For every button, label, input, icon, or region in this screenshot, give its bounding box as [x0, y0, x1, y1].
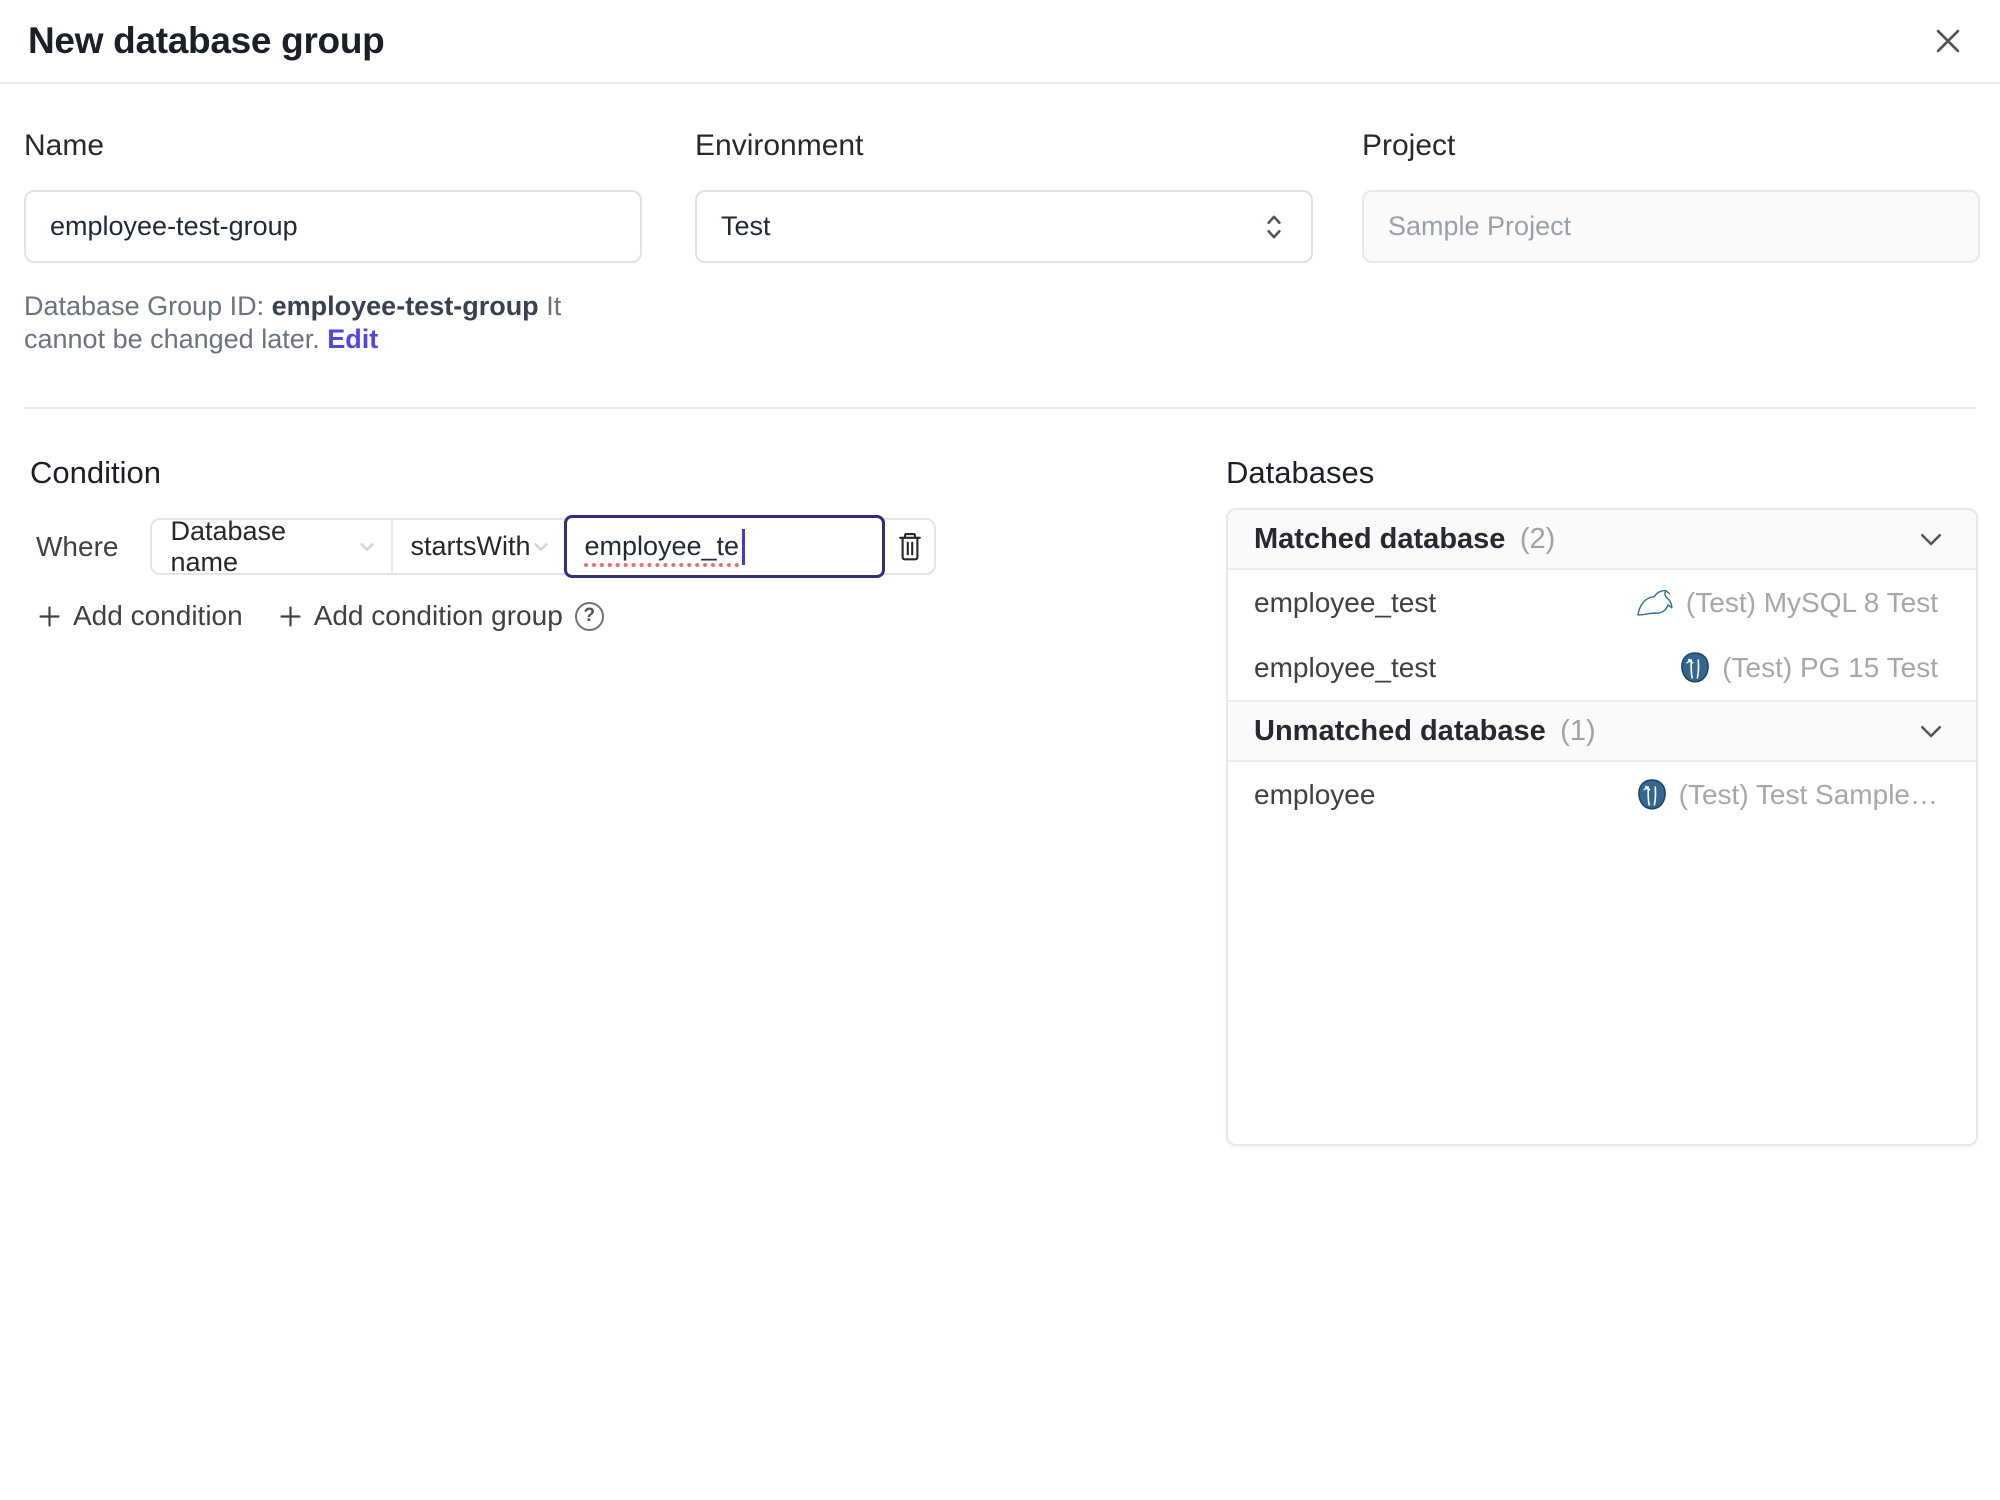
chevron-down-icon — [1916, 716, 1946, 746]
postgresql-icon — [1680, 651, 1710, 684]
environment-label: Environment — [695, 129, 864, 162]
condition-operator-value: startsWith — [410, 531, 531, 561]
unmatched-database-count: (1) — [1560, 714, 1596, 747]
condition-operator-select[interactable]: startsWith — [393, 520, 564, 573]
name-label: Name — [24, 129, 105, 162]
help-icon: ? — [574, 601, 604, 631]
project-input — [1362, 190, 1980, 263]
condition-factor-select[interactable]: Database name — [152, 516, 394, 577]
add-condition-group-label: Add condition group — [313, 600, 563, 631]
close-button[interactable] — [1924, 17, 1972, 65]
helper-prefix: Database Group ID: — [24, 291, 272, 321]
panel-empty-area — [1228, 827, 1976, 1144]
database-instance: (Test) MySQL 8 Test — [1685, 586, 1938, 618]
trash-icon — [895, 531, 925, 563]
database-group-id-value: employee-test-group — [271, 291, 539, 321]
database-name: employee_test — [1254, 586, 1437, 618]
matched-database-count: (2) — [1519, 522, 1556, 555]
mysql-icon — [1636, 587, 1674, 618]
condition-factor-value: Database name — [170, 515, 287, 577]
postgresql-icon — [1637, 778, 1667, 811]
condition-value-text: employee_te — [584, 531, 740, 561]
dialog-title: New database group — [28, 20, 385, 61]
chevron-down-icon — [530, 536, 552, 558]
close-icon — [1931, 24, 1965, 58]
condition-row: Where Database name startsWith employee_… — [36, 515, 937, 578]
condition-value-input[interactable]: employee_te — [564, 515, 886, 578]
database-instance: (Test) Test Sample… — [1678, 778, 1938, 810]
add-condition-group-button[interactable]: Add condition group ? — [277, 600, 604, 632]
name-input[interactable] — [24, 190, 642, 263]
condition-group: Database name startsWith employee_te — [150, 515, 937, 578]
where-label: Where — [36, 530, 119, 562]
text-cursor — [742, 528, 746, 565]
database-name: employee — [1254, 778, 1376, 810]
database-instance: (Test) PG 15 Test — [1722, 651, 1938, 683]
updown-chevrons-icon — [1261, 212, 1287, 242]
database-row[interactable]: employee_test (Test) PG 15 Test — [1228, 635, 1976, 700]
project-field-block: Project — [1362, 128, 1980, 263]
plus-icon — [277, 603, 304, 630]
add-condition-label: Add condition — [73, 600, 243, 631]
database-row[interactable]: employee (Test) Test Sample… — [1228, 762, 1976, 827]
delete-condition-button[interactable] — [885, 520, 934, 573]
matched-database-header[interactable]: Matched database (2) — [1228, 510, 1976, 570]
unmatched-database-label: Unmatched database — [1254, 714, 1546, 747]
add-condition-button[interactable]: Add condition — [36, 600, 243, 632]
dialog-header: New database group — [0, 0, 2000, 84]
unmatched-database-header[interactable]: Unmatched database (1) — [1228, 700, 1976, 762]
databases-panel: Matched database (2) employee_test (Test… — [1226, 508, 1978, 1146]
databases-heading: Databases — [1226, 455, 1375, 490]
project-label: Project — [1362, 129, 1456, 162]
database-group-id-helper: Database Group ID: employee-test-group I… — [24, 290, 564, 356]
section-divider — [24, 407, 1976, 409]
chevron-down-icon — [1916, 524, 1946, 554]
environment-selected-value: Test — [721, 211, 771, 241]
edit-link[interactable]: Edit — [327, 324, 378, 354]
condition-actions: Add condition Add condition group ? — [36, 600, 604, 632]
condition-heading: Condition — [30, 455, 161, 490]
chevron-down-icon — [356, 536, 378, 558]
database-row[interactable]: employee_test (Test) MySQL 8 Test — [1228, 570, 1976, 635]
plus-icon — [36, 603, 63, 630]
name-field-block: Name — [24, 128, 642, 263]
environment-field-block: Environment Test — [695, 128, 1313, 263]
matched-database-label: Matched database — [1254, 522, 1506, 555]
database-name: employee_test — [1254, 651, 1437, 683]
environment-select[interactable]: Test — [695, 190, 1313, 263]
